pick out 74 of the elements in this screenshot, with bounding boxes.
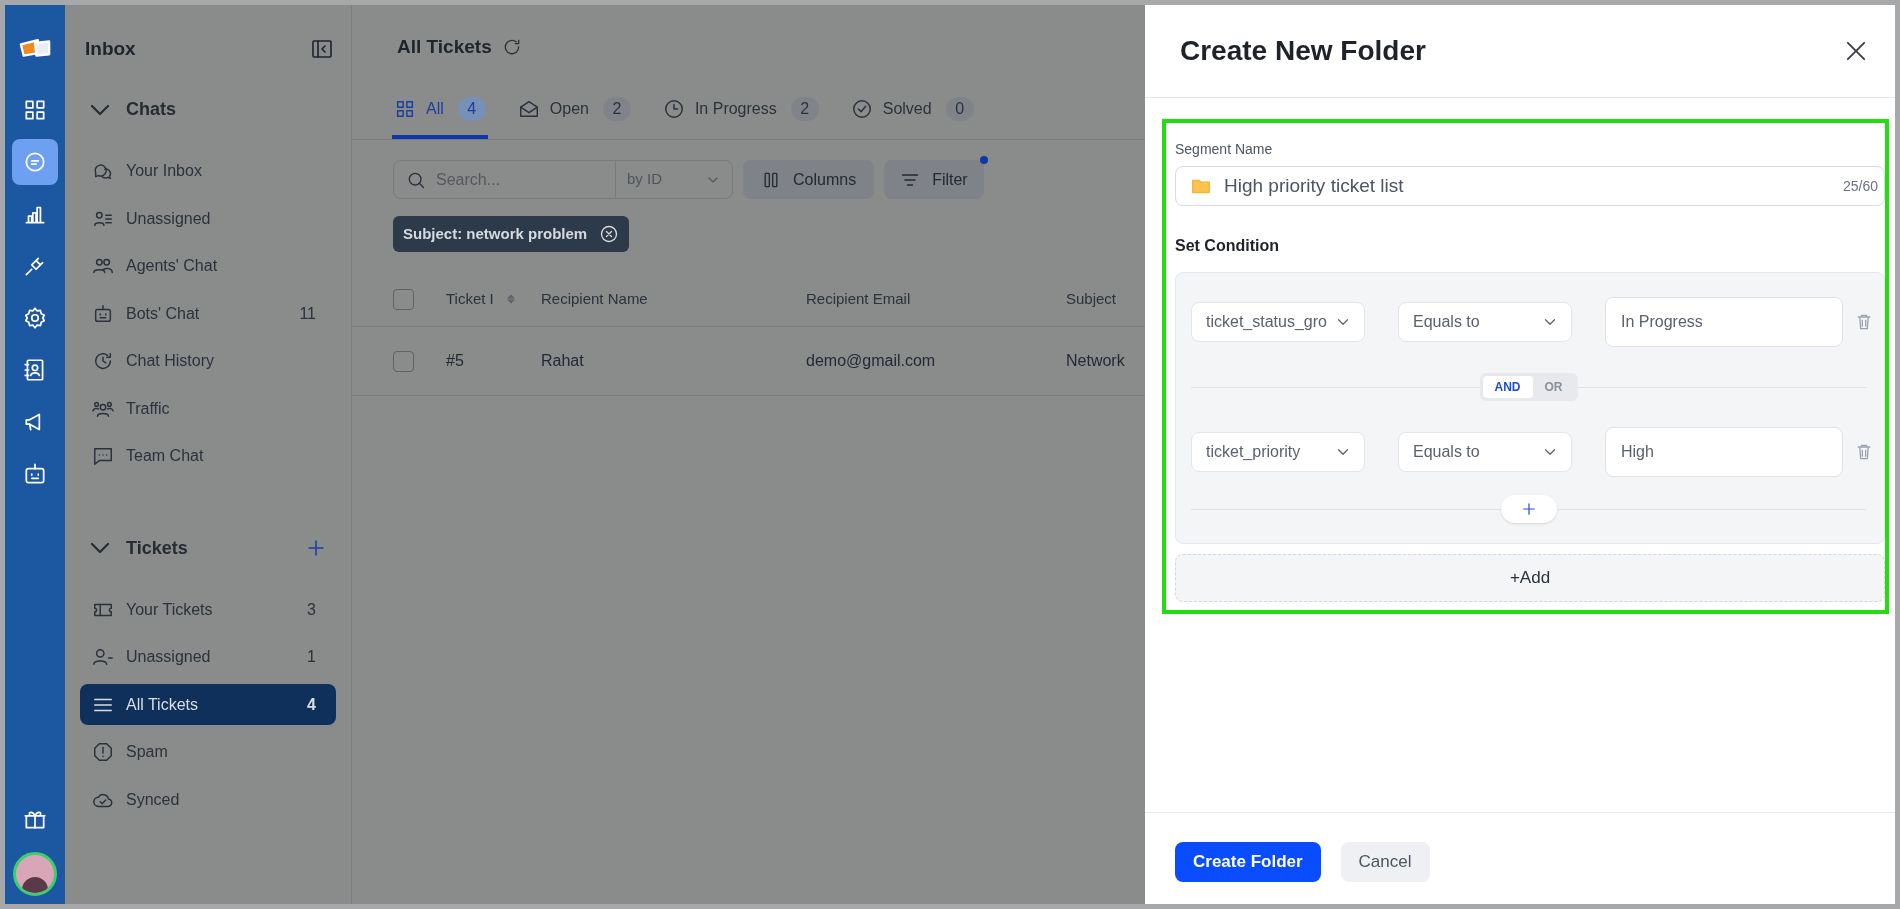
envelope-icon — [517, 98, 540, 120]
person-minus-icon — [92, 646, 114, 668]
settings-icon — [22, 305, 48, 331]
item-count: 4 — [307, 694, 316, 715]
item-count: 1 — [307, 647, 316, 667]
segment-name-field[interactable]: High priority ticket list 25/60 — [1175, 166, 1885, 206]
tab-count: 2 — [790, 97, 819, 121]
section-label: Set Condition — [1175, 236, 1280, 256]
alert-icon — [92, 741, 114, 763]
table-cell: demo@gmail.com — [806, 352, 936, 369]
checkbox[interactable] — [393, 350, 414, 372]
dropdown[interactable]: ticket_priority — [1191, 432, 1365, 472]
sidebar-item[interactable]: Your Inbox — [80, 150, 336, 192]
tab-count: 2 — [602, 97, 631, 121]
clock-icon — [662, 98, 685, 120]
robot-icon — [92, 302, 114, 325]
item-count: 3 — [307, 599, 316, 620]
close-circle-icon[interactable] — [599, 224, 620, 244]
value-field[interactable]: In Progress — [1605, 297, 1843, 347]
logic-toggle[interactable]: OR — [1532, 376, 1575, 398]
avatar[interactable] — [13, 852, 57, 896]
search-scope-dropdown[interactable]: by ID — [615, 161, 732, 198]
sidebar-item[interactable]: Spam — [80, 731, 336, 773]
tab[interactable]: All 4 — [392, 91, 488, 139]
chevron-icon — [90, 542, 110, 554]
tab[interactable]: Solved 0 — [848, 91, 976, 139]
sidebar-item[interactable]: Bots' Chat 11 — [80, 293, 336, 334]
chevron-icon — [90, 103, 110, 116]
check-circle-icon — [850, 98, 873, 120]
sidebar-item[interactable]: Agents' Chat — [80, 245, 336, 287]
column-header: Recipient Email — [806, 288, 911, 309]
dialog-title: Create New Folder — [1180, 34, 1426, 68]
tab-count: 0 — [945, 97, 974, 121]
tab[interactable]: In Progress 2 — [660, 91, 821, 139]
table-cell: #5 — [446, 352, 464, 369]
columns-button[interactable]: Columns — [743, 160, 875, 199]
table-cell: Network — [1066, 352, 1125, 369]
column-header: Subject — [1066, 288, 1117, 309]
dropdown[interactable]: ticket_status_gro — [1191, 302, 1365, 342]
dashboard-icon — [22, 97, 48, 123]
sidebar-item[interactable]: All Tickets 4 — [80, 684, 336, 725]
tab[interactable]: Open 2 — [515, 91, 633, 139]
character-count: 25/60 — [1842, 176, 1878, 196]
field-label: Segment Name — [1175, 140, 1274, 159]
filter-chip: Subject: network problem — [393, 216, 630, 252]
sidebar-item[interactable]: Unassigned 1 — [80, 636, 336, 678]
dropdown[interactable]: Equals to — [1398, 302, 1572, 342]
table-cell: Rahat — [541, 352, 584, 369]
column-header: Ticket I — [446, 288, 494, 309]
panel-title: Inbox — [85, 37, 136, 61]
robot-icon — [22, 461, 48, 487]
sidebar-item[interactable]: Team Chat — [80, 435, 336, 477]
dropdown[interactable]: Equals to — [1398, 432, 1572, 472]
tab-count: 4 — [457, 97, 486, 121]
sidebar-item[interactable]: Traffic — [80, 388, 336, 429]
history-icon — [92, 350, 114, 372]
message-icon — [92, 445, 114, 467]
cancel-button[interactable]: Cancel — [1340, 841, 1430, 882]
item-count: 11 — [299, 303, 316, 324]
column-header: Recipient Name — [541, 288, 648, 309]
sidebar-item[interactable]: Chat History — [80, 340, 336, 382]
page-title: All Tickets — [397, 34, 492, 59]
sidebar-item[interactable]: Your Tickets 3 — [80, 589, 336, 630]
rail-button[interactable] — [12, 139, 58, 185]
checkbox[interactable] — [393, 288, 414, 310]
logic-toggle[interactable]: AND — [1482, 376, 1533, 398]
sidebar-item[interactable]: Synced — [80, 779, 336, 820]
create-folder-button[interactable]: Create Folder — [1175, 841, 1321, 882]
section-toggle[interactable]: Chats — [90, 96, 176, 123]
sidebar-item[interactable]: Unassigned — [80, 198, 336, 239]
add-button[interactable]: +Add — [1175, 554, 1885, 602]
section-toggle[interactable]: Tickets — [90, 534, 188, 562]
value-field[interactable]: High — [1605, 427, 1843, 477]
grid-icon — [394, 98, 416, 120]
